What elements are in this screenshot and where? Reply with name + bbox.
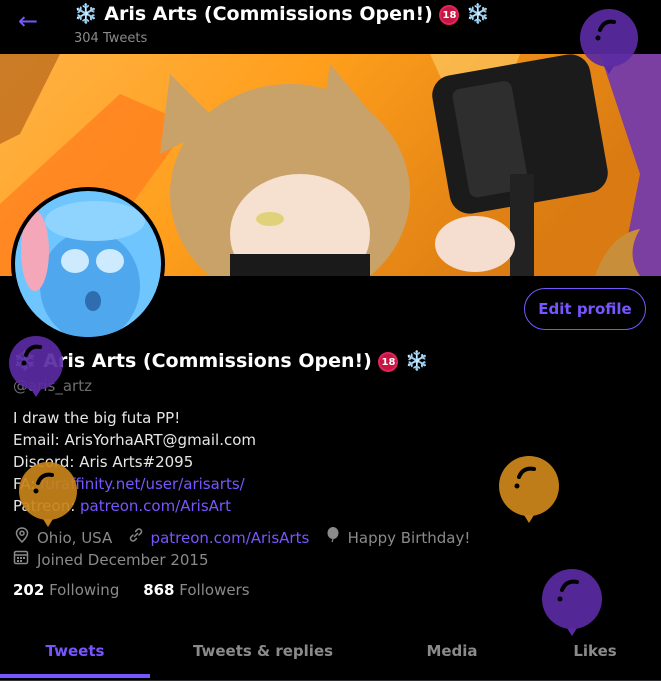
website-link[interactable]: patreon.com/ArisArts [151,529,310,547]
tab-tweets[interactable]: Tweets [0,628,150,674]
balloon-icon [580,9,638,74]
birthday-text: Happy Birthday! [347,529,471,547]
age-18-icon: 18 [439,5,460,25]
joined-text: Joined December 2015 [37,551,209,569]
snowflake-icon: ❄️ [405,350,429,372]
balloon-icon [542,569,602,636]
followers-count: 868 [143,581,175,599]
back-arrow-icon[interactable]: ← [18,9,38,33]
bio-line: I draw the big futa PP! [13,409,181,427]
active-tab-indicator [0,674,150,678]
balloon-icon [324,527,342,547]
following-link[interactable]: 202 Following [13,581,119,599]
calendar-icon [13,549,31,569]
tab-media[interactable]: Media [410,628,494,674]
followers-label: Followers [179,581,250,599]
profile-meta: Ohio, USA patreon.com/ArisArts Happy Bir… [13,527,470,547]
following-label: Following [49,581,120,599]
snowflake-icon: ❄️ [466,3,490,25]
profile-avatar[interactable] [11,187,165,341]
followers-link[interactable]: 868 Followers [143,581,249,599]
bio-line: Email: ArisYorhaART@gmail.com [13,431,257,449]
avatar-image [15,191,161,337]
balloon-icon [9,336,63,397]
follow-stats: 202 Following 868 Followers [13,581,250,599]
snowflake-icon: ❄️ [74,3,98,25]
tab-tweets-replies[interactable]: Tweets & replies [178,628,348,674]
following-count: 202 [13,581,45,599]
balloon-icon [499,456,559,523]
link-icon [127,527,145,547]
profile-joined: Joined December 2015 [13,549,209,569]
header-title-text: Aris Arts (Commissions Open!) [104,3,433,25]
bio-patreon-link[interactable]: patreon.com/ArisArt [80,497,231,515]
balloon-icon [19,462,77,527]
age-18-icon: 18 [378,352,399,372]
top-bar: ← ❄️ Aris Arts (Commissions Open!) 18 ❄️… [0,0,661,54]
header-title: ❄️ Aris Arts (Commissions Open!) 18 ❄️ [74,2,490,25]
tweet-count: 304 Tweets [74,31,148,46]
profile-name: ❄️ Aris Arts (Commissions Open!) 18 ❄️ [13,349,429,372]
profile-name-text: Aris Arts (Commissions Open!) [43,350,372,372]
edit-profile-button[interactable]: Edit profile [524,288,646,330]
